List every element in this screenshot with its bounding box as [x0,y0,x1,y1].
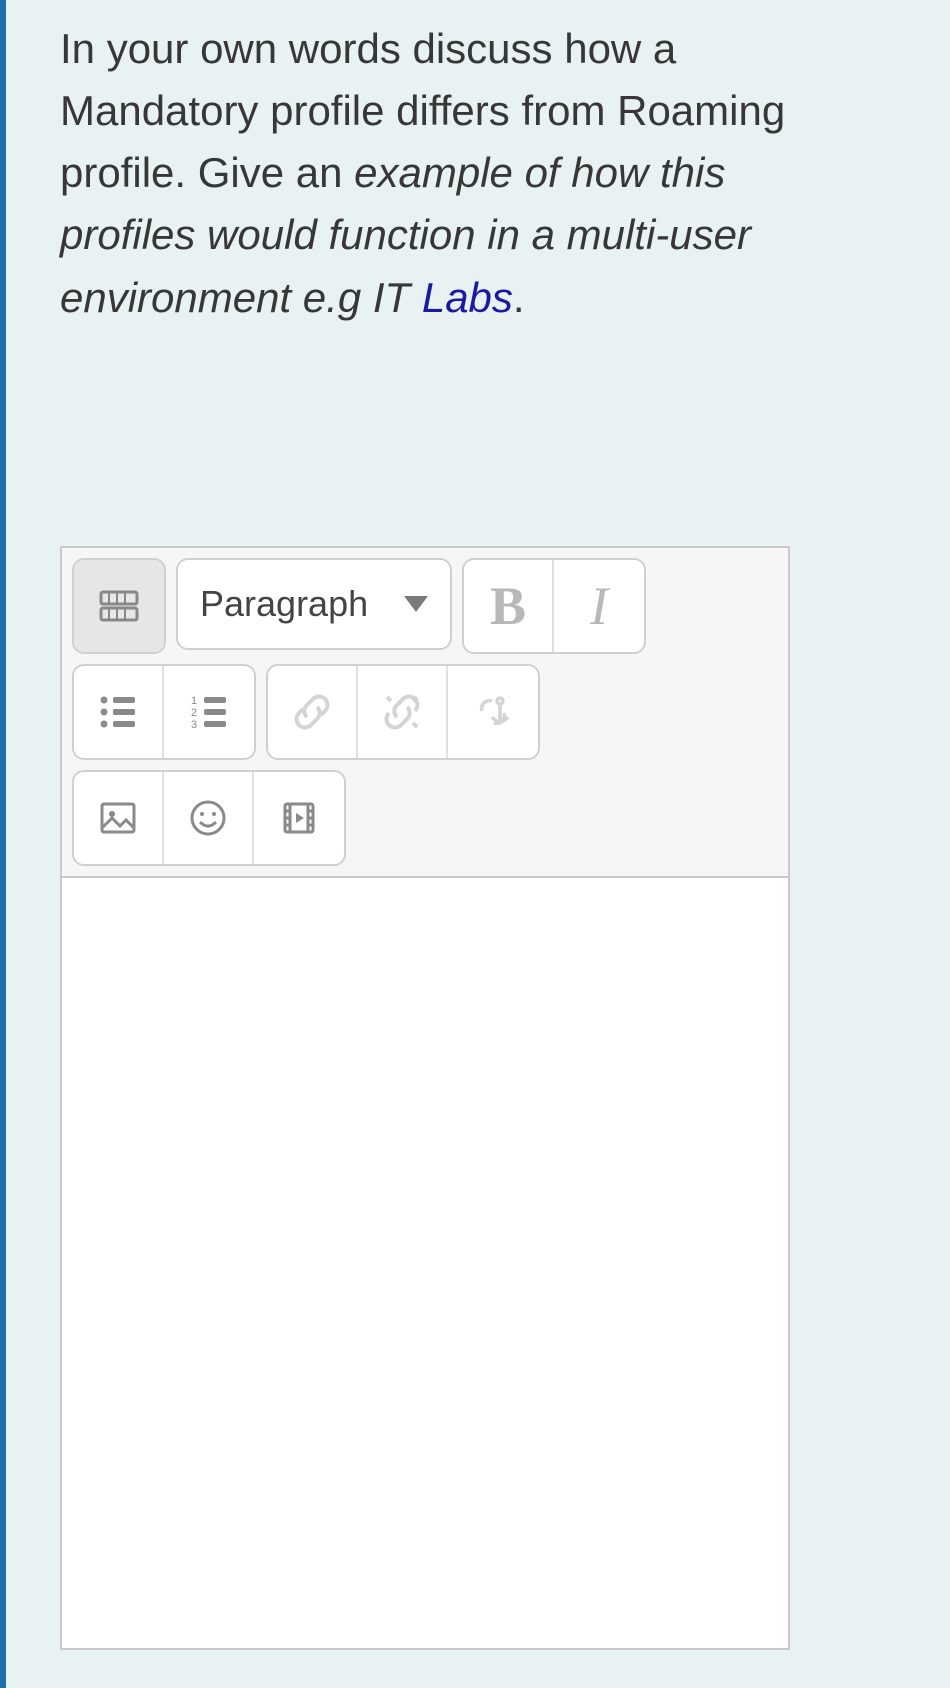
bullet-list-button[interactable] [74,666,164,758]
labs-link[interactable]: Labs [422,274,513,321]
svg-text:1: 1 [191,695,197,707]
question-prompt: In your own words discuss how a Mandator… [60,18,830,329]
toggle-toolbar-button[interactable] [74,560,164,652]
remove-link-button[interactable] [358,666,448,758]
toolbar-toggle-group [72,558,166,654]
question-period: . [513,274,525,321]
bold-button[interactable]: B [464,560,554,652]
svg-text:3: 3 [191,719,197,731]
format-select-label: Paragraph [200,583,368,625]
anchor-icon [470,689,516,735]
left-accent-border [0,0,6,1688]
editor-canvas [62,878,788,1648]
insert-emoji-button[interactable] [164,772,254,864]
rich-text-editor: Paragraph B I [60,546,790,1650]
italic-icon: I [590,575,608,637]
insert-image-button[interactable] [74,772,164,864]
emoji-icon [186,796,230,840]
anchor-button[interactable] [448,666,538,758]
unlink-icon [379,689,425,735]
text-style-group: B I [462,558,646,654]
chevron-down-icon [404,596,428,612]
format-select[interactable]: Paragraph [176,558,452,650]
numbered-list-icon: 1 2 3 [186,689,232,735]
numbered-list-button[interactable]: 1 2 3 [164,666,254,758]
list-group: 1 2 3 [72,664,256,760]
toggle-toolbar-icon [95,582,143,630]
link-group [266,664,540,760]
toolbar-row-3 [72,770,778,866]
toolbar-row-1: Paragraph B I [72,558,778,654]
insert-media-button[interactable] [254,772,344,864]
svg-text:2: 2 [191,707,197,719]
image-icon [96,796,140,840]
media-group [72,770,346,866]
editor-toolbar: Paragraph B I [62,548,788,878]
toolbar-row-2: 1 2 3 [72,664,778,760]
link-icon [289,689,335,735]
bullet-list-icon [95,689,141,735]
insert-link-button[interactable] [268,666,358,758]
italic-button[interactable]: I [554,560,644,652]
bold-icon: B [490,575,526,637]
editor-content-area[interactable] [62,878,788,1648]
media-icon [277,796,321,840]
question-text: In your own words discuss how a Mandator… [60,18,830,329]
